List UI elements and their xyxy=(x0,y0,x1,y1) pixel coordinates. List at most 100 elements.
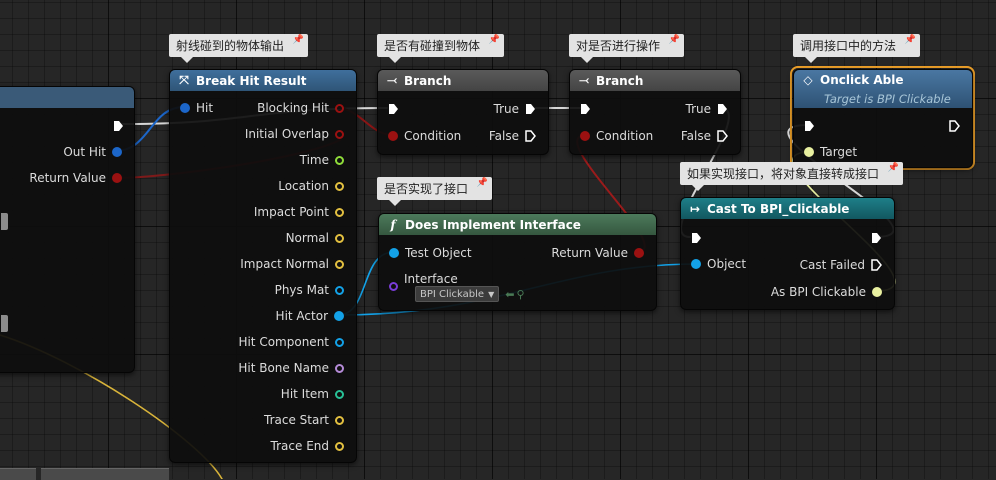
onclick-able-node[interactable]: ◇ Onclick Able Target is BPI Clickable T… xyxy=(793,69,973,168)
branch-1-condition[interactable]: Condition xyxy=(388,128,461,144)
name-pin-icon xyxy=(335,363,344,373)
break-struct-icon: ⤧ xyxy=(179,73,189,87)
pin-trace-start[interactable]: Trace Start xyxy=(264,412,344,428)
exec-out-icon xyxy=(526,104,535,114)
branch-node-1[interactable]: ⤙ Branch True Condition False xyxy=(377,69,549,155)
vector-pin-icon xyxy=(335,233,344,243)
struct-pin-icon xyxy=(180,103,190,113)
branch-icon: ⤙ xyxy=(387,73,397,87)
cast-to-bpi-node[interactable]: ↦ Cast To BPI_Clickable Object Cast Fail… xyxy=(680,197,895,310)
comment-bubble-1[interactable]: 射线碰到的物体输出 📌 xyxy=(169,34,309,63)
does-implement-interface-node[interactable]: f Does Implement Interface Test Object R… xyxy=(378,213,657,311)
branch-1-exec-in[interactable] xyxy=(388,101,405,117)
pin-time[interactable]: Time xyxy=(300,152,344,168)
dropdown-toggle-1[interactable] xyxy=(1,213,8,230)
class-pin-icon xyxy=(389,281,398,291)
pin-comment-icon[interactable]: 📌 xyxy=(669,36,680,45)
bottom-node-edge-left xyxy=(0,468,36,480)
browse-search-icon[interactable]: ⚲ xyxy=(516,288,524,301)
onclick-subtitle: Target is BPI Clickable xyxy=(824,92,951,106)
exec-in-icon xyxy=(389,104,398,114)
branch-2-header: ⤙ Branch xyxy=(570,70,740,91)
does-implement-header: f Does Implement Interface xyxy=(379,214,656,235)
branch-2-false[interactable]: False xyxy=(681,128,728,144)
object-pin-icon xyxy=(334,311,344,321)
pin-hit-actor[interactable]: Hit Actor xyxy=(276,308,344,324)
exec-out-hollow-icon xyxy=(717,130,728,142)
branch-2-true[interactable]: True xyxy=(686,101,729,117)
comment-bubble-5[interactable]: 是否实现了接口 📌 xyxy=(377,177,493,206)
pin-test-object[interactable]: Test Object xyxy=(389,245,472,261)
pin-return-value[interactable]: Return Value xyxy=(29,170,122,186)
left-node[interactable]: Out Hit Return Value xyxy=(0,86,135,373)
vector-pin-icon xyxy=(335,181,344,191)
exec-out-icon xyxy=(114,121,123,131)
pin-out-hit[interactable]: Out Hit xyxy=(63,144,122,160)
pin-impact-point[interactable]: Impact Point xyxy=(254,204,344,220)
pin-location[interactable]: Location xyxy=(278,178,344,194)
pin-hit-component[interactable]: Hit Component xyxy=(238,334,344,350)
cast-exec-out[interactable] xyxy=(865,230,882,246)
pin-interface[interactable]: Interface xyxy=(389,271,458,291)
exec-out-icon xyxy=(872,233,881,243)
branch-1-true[interactable]: True xyxy=(494,101,537,117)
vector-pin-icon xyxy=(335,207,344,217)
pin-hit-bone-name[interactable]: Hit Bone Name xyxy=(238,360,344,376)
use-selected-arrow-icon[interactable]: ⬅ xyxy=(505,288,514,301)
float-pin-icon xyxy=(335,155,344,165)
pin-as-bpi-clickable[interactable]: As BPI Clickable xyxy=(771,284,882,300)
pin-impact-normal[interactable]: Impact Normal xyxy=(240,256,344,272)
comment-bubble-4[interactable]: 调用接口中的方法 📌 xyxy=(793,34,921,63)
bool-pin-icon xyxy=(634,248,644,258)
interface-pin-icon xyxy=(872,287,882,297)
left-node-exec-out[interactable] xyxy=(107,118,124,134)
pin-return-value-interface[interactable]: Return Value xyxy=(551,245,644,261)
branch-1-false[interactable]: False xyxy=(489,128,536,144)
branch-node-2[interactable]: ⤙ Branch True Condition False xyxy=(569,69,741,155)
break-hit-result-node[interactable]: ⤧ Break Hit Result Hit Blocking Hit Initi… xyxy=(169,69,357,463)
comment-bubble-3[interactable]: 对是否进行操作 📌 xyxy=(569,34,685,63)
object-pin-icon xyxy=(691,259,701,269)
branch-1-header: ⤙ Branch xyxy=(378,70,548,91)
pin-comment-icon[interactable]: 📌 xyxy=(477,179,488,188)
cast-header: ↦ Cast To BPI_Clickable xyxy=(681,198,894,219)
comment-bubble-2[interactable]: 是否有碰撞到物体 📌 xyxy=(377,34,505,63)
struct-pin-icon xyxy=(112,147,122,157)
branch-2-condition[interactable]: Condition xyxy=(580,128,653,144)
object-pin-icon xyxy=(389,248,399,258)
pin-hit-item[interactable]: Hit Item xyxy=(281,386,344,402)
pin-blocking-hit[interactable]: Blocking Hit xyxy=(257,100,344,116)
interface-selector-row: BPI Clickable ▼ ⬅ ⚲ xyxy=(415,286,525,302)
interface-combo[interactable]: BPI Clickable ▼ xyxy=(415,286,500,302)
cast-exec-in[interactable] xyxy=(691,230,708,246)
dropdown-toggle-2[interactable] xyxy=(1,315,8,332)
pin-cast-failed[interactable]: Cast Failed xyxy=(800,257,882,273)
comment-bubble-6[interactable]: 如果实现接口，将对象直接转成接口 📌 xyxy=(680,162,904,191)
pin-comment-icon[interactable]: 📌 xyxy=(905,36,916,45)
interface-message-icon: ◇ xyxy=(803,73,813,87)
exec-out-hollow-icon xyxy=(525,130,536,142)
exec-out-hollow-icon xyxy=(949,120,960,132)
left-node-header xyxy=(0,87,134,108)
pin-phys-mat[interactable]: Phys Mat xyxy=(275,282,344,298)
onclick-exec-in[interactable] xyxy=(804,118,821,134)
pin-initial-overlap[interactable]: Initial Overlap xyxy=(245,126,344,142)
pin-target[interactable]: Target xyxy=(804,144,857,160)
exec-in-icon xyxy=(581,104,590,114)
branch-icon: ⤙ xyxy=(579,73,589,87)
vector-pin-icon xyxy=(335,441,344,451)
break-hit-result-header: ⤧ Break Hit Result xyxy=(170,70,356,91)
pin-comment-icon[interactable]: 📌 xyxy=(888,164,899,173)
pin-trace-end[interactable]: Trace End xyxy=(271,438,344,454)
pin-hit[interactable]: Hit xyxy=(180,100,213,116)
pin-comment-icon[interactable]: 📌 xyxy=(489,36,500,45)
exec-in-icon xyxy=(805,121,814,131)
exec-out-hollow-icon xyxy=(871,259,882,271)
bool-red-pin-icon xyxy=(335,129,344,139)
onclick-exec-out[interactable] xyxy=(943,118,960,134)
pin-object[interactable]: Object xyxy=(691,256,746,272)
function-icon: f xyxy=(390,217,396,232)
pin-comment-icon[interactable]: 📌 xyxy=(293,36,304,45)
pin-normal[interactable]: Normal xyxy=(286,230,344,246)
branch-2-exec-in[interactable] xyxy=(580,101,597,117)
